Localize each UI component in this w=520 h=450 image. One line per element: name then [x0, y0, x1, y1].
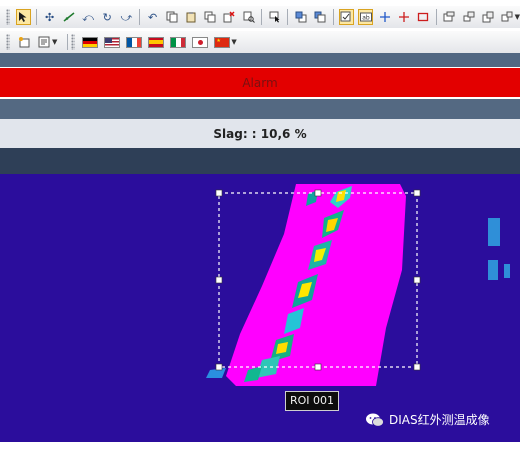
- alarm-indicator: Alarm: [0, 68, 520, 97]
- delete-icon[interactable]: [222, 9, 237, 25]
- roi-handle[interactable]: [215, 276, 223, 284]
- watermark-text: DIAS红外测温成像: [389, 413, 490, 427]
- svg-text:ab: ab: [362, 15, 370, 22]
- flag-german-icon[interactable]: [82, 36, 99, 48]
- edit-line-icon[interactable]: [61, 9, 76, 25]
- flag-italian-icon[interactable]: [170, 36, 187, 48]
- wechat-icon: [366, 413, 384, 427]
- select-arrow-icon[interactable]: [15, 9, 31, 25]
- toolbar-separator: [332, 9, 334, 25]
- rectangle-icon[interactable]: [416, 9, 431, 25]
- toolbar-separator: [287, 9, 289, 25]
- flag-chinese-icon[interactable]: ★: [214, 36, 231, 48]
- slag-readout: Slag: : 10,6 %: [0, 119, 520, 148]
- window-b-icon[interactable]: [461, 9, 476, 25]
- rotate-icon[interactable]: ↻: [100, 9, 115, 25]
- roi-handle[interactable]: [314, 363, 322, 371]
- main-toolbar: ✣ ⤺ ↻ ⤻ ↶ ab ▼: [0, 6, 520, 28]
- separator-band: [0, 99, 520, 119]
- toolbar-separator: [139, 9, 140, 25]
- image-header-band: [0, 148, 520, 174]
- language-toolbar: ▼ ★ ▼: [0, 31, 520, 53]
- toolbar-separator: [36, 9, 37, 25]
- settings-icon[interactable]: [16, 34, 32, 50]
- chevron-down-icon[interactable]: ▼: [52, 38, 57, 46]
- crosshair-red-icon[interactable]: [396, 9, 411, 25]
- chevron-down-icon[interactable]: ▼: [515, 13, 520, 21]
- bring-forward-icon[interactable]: [293, 9, 308, 25]
- paste-icon[interactable]: [183, 9, 198, 25]
- toolbar-grip[interactable]: [71, 34, 76, 50]
- slag-value: Slag: : 10,6 %: [213, 126, 307, 141]
- note-icon[interactable]: [338, 9, 354, 25]
- rotate-right-icon[interactable]: ⤻: [119, 9, 134, 25]
- flag-french-icon[interactable]: [126, 36, 143, 48]
- roi-label[interactable]: ROI 001: [285, 391, 340, 411]
- window-d-icon[interactable]: [499, 9, 514, 25]
- undo-icon[interactable]: ↶: [145, 9, 160, 25]
- copy-icon[interactable]: [164, 9, 179, 25]
- crosshair-icon[interactable]: [377, 9, 392, 25]
- alarm-label: Alarm: [242, 75, 278, 90]
- send-backward-icon[interactable]: [313, 9, 328, 25]
- roi-handle[interactable]: [413, 276, 421, 284]
- toolbar-grip[interactable]: [6, 34, 10, 50]
- watermark: DIAS红外测温成像: [365, 411, 490, 428]
- chevron-down-icon[interactable]: ▼: [231, 38, 236, 46]
- hot-stream-region: [226, 184, 406, 386]
- roi-handle[interactable]: [215, 363, 223, 371]
- roi-handle[interactable]: [215, 189, 223, 197]
- flag-english-icon[interactable]: [104, 36, 121, 48]
- toolbar-grip[interactable]: [6, 9, 10, 25]
- rotate-left-icon[interactable]: ⤺: [80, 9, 95, 25]
- text-label-icon[interactable]: ab: [357, 9, 374, 25]
- flag-spanish-icon[interactable]: [148, 36, 165, 48]
- toolbar-separator: [261, 9, 263, 25]
- thermal-image-view[interactable]: [0, 174, 520, 442]
- thermal-image: [206, 184, 510, 386]
- toolbar-separator: [67, 34, 69, 50]
- options-icon[interactable]: [36, 34, 52, 50]
- roi-handle[interactable]: [413, 189, 421, 197]
- pointer-icon[interactable]: [267, 9, 282, 25]
- roi-handle[interactable]: [413, 363, 421, 371]
- move-point-icon[interactable]: ✣: [42, 9, 57, 25]
- flag-japanese-icon[interactable]: [192, 36, 209, 48]
- toolbar-separator: [435, 9, 437, 25]
- edge-hot-spots: [488, 218, 510, 280]
- roi-handle[interactable]: [314, 189, 322, 197]
- duplicate-icon[interactable]: [203, 9, 218, 25]
- find-icon[interactable]: [241, 9, 256, 25]
- window-a-icon[interactable]: [442, 9, 457, 25]
- header-band: [0, 53, 520, 67]
- window-c-icon[interactable]: [480, 9, 495, 25]
